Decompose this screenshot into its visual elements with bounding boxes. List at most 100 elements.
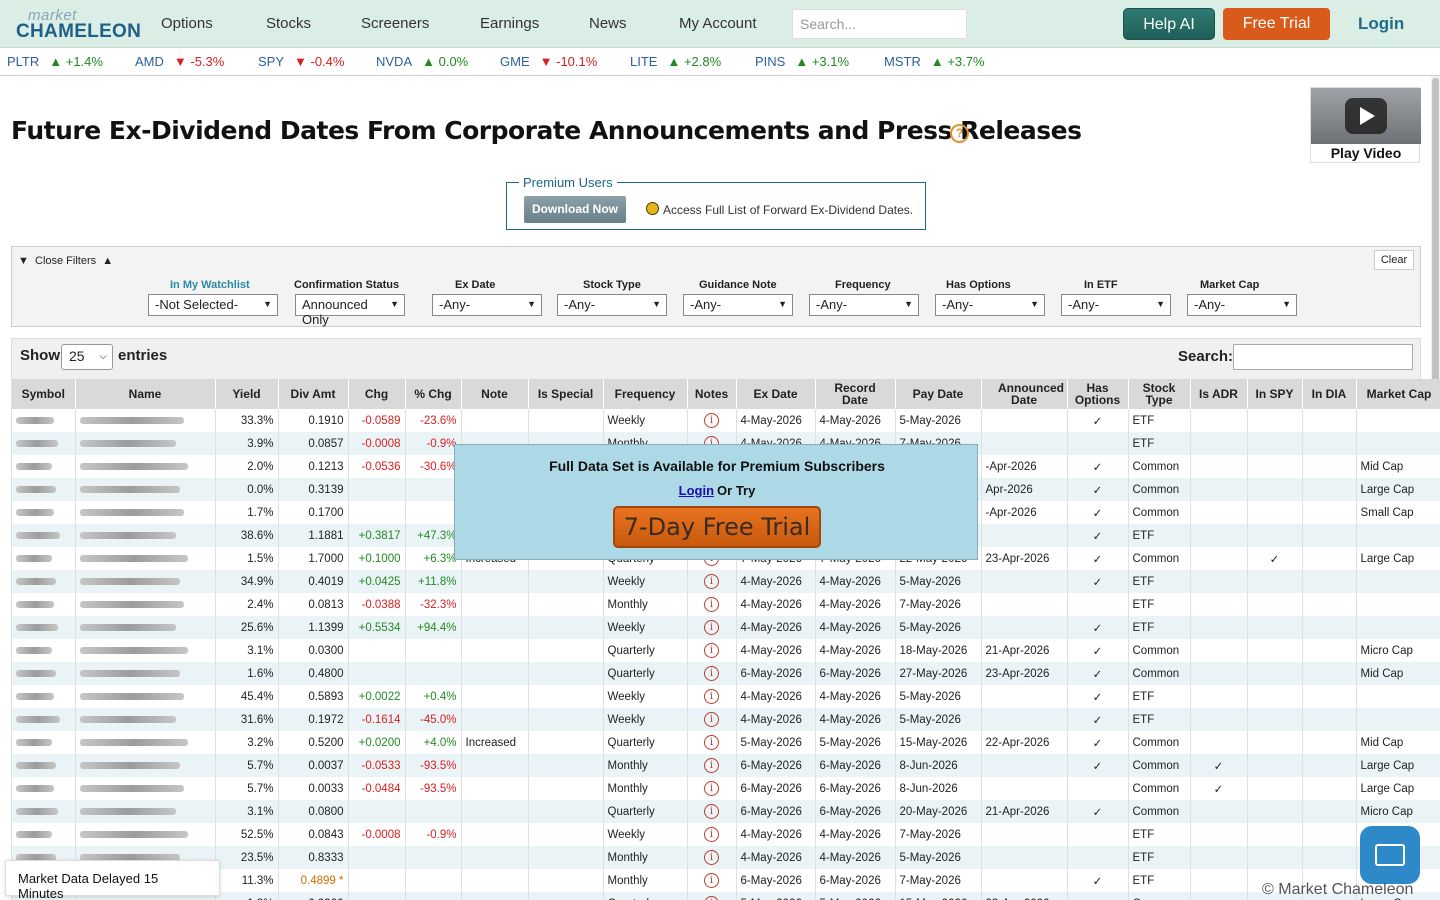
ticker-item[interactable]: GME ▼ -10.1%	[500, 54, 597, 69]
symbol-cell[interactable]	[12, 432, 76, 455]
info-icon[interactable]: i	[704, 689, 719, 704]
login-link[interactable]: Login	[1358, 14, 1404, 34]
filter-select[interactable]: -Any- ▼	[432, 294, 542, 316]
page-size-select[interactable]: 25 ⌵	[61, 344, 113, 370]
column-header[interactable]: In SPY	[1247, 379, 1303, 409]
table-row[interactable]: 25.6% 1.1399 +0.5534 +94.4% Weekly i 4-May-202…	[12, 616, 1440, 639]
column-header[interactable]: In DIA	[1302, 379, 1357, 409]
ticker-item[interactable]: SPY ▼ -0.4%	[258, 54, 344, 69]
table-row[interactable]: 1.6% 0.4800 Quarterly i 6-May-2026 6-May-2026…	[12, 662, 1440, 685]
column-header[interactable]: Pay Date	[895, 379, 982, 409]
column-header[interactable]: Note	[461, 379, 529, 409]
ticker-symbol[interactable]: PINS	[755, 54, 785, 69]
chat-button[interactable]	[1360, 826, 1420, 884]
column-header[interactable]: Market Cap	[1356, 379, 1440, 409]
ticker-item[interactable]: MSTR ▲ +3.7%	[884, 54, 985, 69]
symbol-cell[interactable]	[12, 662, 76, 685]
column-header[interactable]: Is ADR	[1190, 379, 1248, 409]
table-row[interactable]: 3.1% 0.0300 Quarterly i 4-May-2026 4-May-2026…	[12, 639, 1440, 662]
table-row[interactable]: 1.3%0.2300 Quarterly i 5-May-20265-May-2026…	[12, 892, 1440, 900]
nav-my-account[interactable]: My Account	[679, 15, 757, 32]
info-icon[interactable]: i	[704, 620, 719, 635]
ticker-symbol[interactable]: AMD	[135, 54, 164, 69]
column-header[interactable]: Symbol	[12, 379, 76, 409]
table-row[interactable]: 5.7% 0.0033 -0.0484 -93.5% Monthly i 6-May-202…	[12, 777, 1440, 800]
symbol-cell[interactable]	[12, 455, 76, 478]
symbol-cell[interactable]	[12, 547, 76, 570]
info-icon[interactable]: i	[704, 712, 719, 727]
info-icon[interactable]: i	[704, 735, 719, 750]
table-row[interactable]: 11.3% 0.4899 * Monthly i 6-May-2026 6-May-202…	[12, 869, 1440, 892]
filter-select[interactable]: -Any- ▼	[1187, 294, 1297, 316]
nav-news[interactable]: News	[589, 15, 627, 32]
ticker-symbol[interactable]: PLTR	[7, 54, 39, 69]
table-row[interactable]: 3.2% 0.5200 +0.0200 +4.0% Increased Quarterly…	[12, 731, 1440, 754]
symbol-cell[interactable]	[12, 685, 76, 708]
symbol-cell[interactable]	[12, 478, 76, 501]
symbol-cell[interactable]	[12, 524, 76, 547]
info-icon[interactable]: i	[704, 804, 719, 819]
nav-stocks[interactable]: Stocks	[266, 15, 311, 32]
table-row[interactable]: 34.9% 0.4019 +0.0425 +11.8% Weekly i 4-May-202…	[12, 570, 1440, 593]
symbol-cell[interactable]	[12, 754, 76, 777]
nav-earnings[interactable]: Earnings	[480, 15, 539, 32]
ticker-symbol[interactable]: NVDA	[376, 54, 412, 69]
table-row[interactable]: 3.1% 0.0800 Quarterly i 6-May-2026 6-May-2026…	[12, 800, 1440, 823]
filter-select[interactable]: Announced Only ▼	[295, 294, 405, 327]
site-search-input[interactable]: Search...	[792, 9, 967, 39]
column-header[interactable]: % Chg	[405, 379, 462, 409]
download-now-button[interactable]: Download Now	[524, 196, 626, 223]
column-header[interactable]: Announced Date	[981, 379, 1068, 409]
column-header[interactable]: Is Special	[528, 379, 604, 409]
symbol-cell[interactable]	[12, 731, 76, 754]
symbol-cell[interactable]	[12, 777, 76, 800]
ticker-symbol[interactable]: GME	[500, 54, 530, 69]
column-header[interactable]: Has Options	[1067, 379, 1129, 409]
column-header[interactable]: Name	[75, 379, 216, 409]
site-logo[interactable]: market CHAMELEON	[16, 7, 141, 42]
info-icon[interactable]: i	[704, 827, 719, 842]
column-header[interactable]: Ex Date	[736, 379, 816, 409]
filter-select[interactable]: -Any- ▼	[935, 294, 1045, 316]
free-trial-button[interactable]: Free Trial	[1223, 8, 1330, 40]
table-row[interactable]: 5.7% 0.0037 -0.0533 -93.5% Monthly i 6-May-202…	[12, 754, 1440, 777]
seven-day-trial-button[interactable]: 7-Day Free Trial	[613, 506, 821, 548]
column-header[interactable]: Chg	[348, 379, 406, 409]
symbol-cell[interactable]	[12, 501, 76, 524]
ticker-symbol[interactable]: MSTR	[884, 54, 921, 69]
info-icon[interactable]: i	[704, 643, 719, 658]
symbol-cell[interactable]	[12, 639, 76, 662]
overlay-login-link[interactable]: Login	[679, 483, 714, 498]
symbol-cell[interactable]	[12, 800, 76, 823]
info-icon[interactable]: i	[704, 574, 719, 589]
table-row[interactable]: 52.5% 0.0843 -0.0008 -0.9% Weekly i 4-May-2026…	[12, 823, 1440, 846]
clear-filters-button[interactable]: Clear	[1374, 250, 1414, 270]
column-header[interactable]: Div Amt	[278, 379, 349, 409]
table-search-input[interactable]	[1233, 344, 1413, 370]
info-icon[interactable]: i	[704, 873, 719, 888]
filter-select[interactable]: -Not Selected- ▼	[148, 294, 278, 316]
table-row[interactable]: 2.4% 0.0813 -0.0388 -32.3% Monthly i 4-May-202…	[12, 593, 1440, 616]
ticker-symbol[interactable]: SPY	[258, 54, 284, 69]
filter-select[interactable]: -Any- ▼	[683, 294, 793, 316]
filter-select[interactable]: -Any- ▼	[557, 294, 667, 316]
close-filters-toggle[interactable]: ▼ Close Filters ▲	[18, 255, 113, 267]
column-header[interactable]: Yield	[215, 379, 279, 409]
nav-options[interactable]: Options	[161, 15, 213, 32]
ticker-item[interactable]: AMD ▼ -5.3%	[135, 54, 224, 69]
info-icon[interactable]: i	[704, 781, 719, 796]
info-icon[interactable]: i	[704, 666, 719, 681]
table-row[interactable]: 45.4% 0.5893 +0.0022 +0.4% Weekly i 4-May-2026…	[12, 685, 1440, 708]
ticker-item[interactable]: PINS ▲ +3.1%	[755, 54, 849, 69]
info-icon[interactable]: i	[704, 850, 719, 865]
ticker-item[interactable]: PLTR ▲ +1.4%	[7, 54, 103, 69]
info-icon[interactable]: i	[704, 896, 719, 900]
symbol-cell[interactable]	[12, 409, 76, 432]
play-video-widget[interactable]: Play Video	[1310, 87, 1421, 163]
nav-screeners[interactable]: Screeners	[361, 15, 429, 32]
symbol-cell[interactable]	[12, 616, 76, 639]
filter-select[interactable]: -Any- ▼	[1061, 294, 1171, 316]
filter-select[interactable]: -Any- ▼	[809, 294, 919, 316]
symbol-cell[interactable]	[12, 570, 76, 593]
symbol-cell[interactable]	[12, 823, 76, 846]
